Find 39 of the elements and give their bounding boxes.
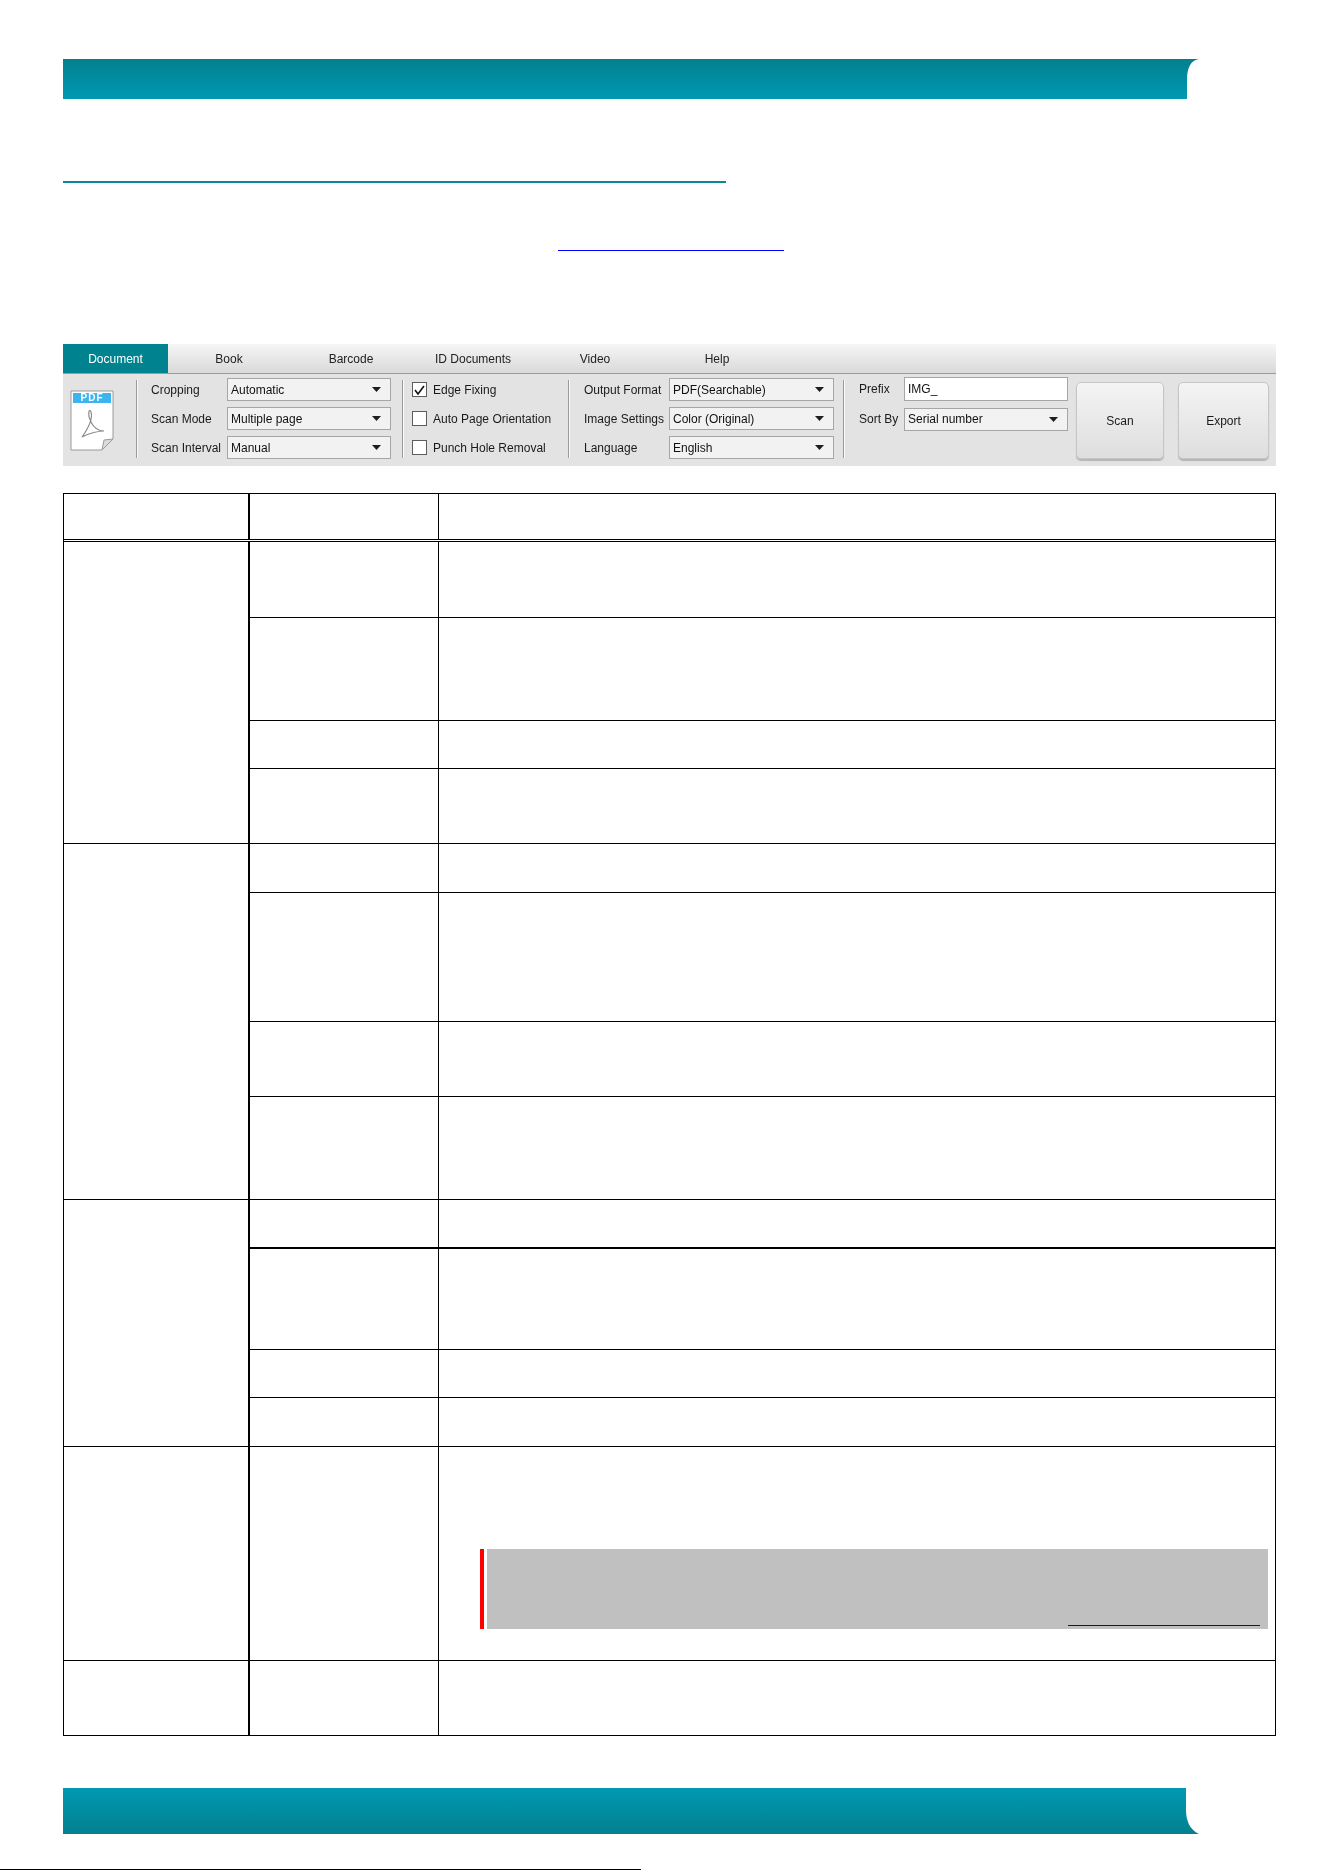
field-label: Output Format bbox=[584, 381, 663, 399]
tab[interactable]: Document bbox=[63, 344, 168, 373]
checkbox-label: Edge Fixing bbox=[433, 381, 497, 399]
checkbox-label: Punch Hole Removal bbox=[433, 439, 546, 457]
field-label: Prefix bbox=[859, 381, 891, 398]
field-label: Cropping bbox=[151, 381, 201, 399]
caret-icon bbox=[372, 416, 381, 421]
field-label: Language bbox=[584, 439, 639, 457]
pdf-file-icon: PDF bbox=[70, 390, 114, 451]
toolbar-button[interactable]: Scan bbox=[1076, 382, 1164, 459]
caret-icon bbox=[815, 416, 824, 421]
checkbox[interactable] bbox=[412, 382, 427, 397]
field-label: Sort By bbox=[859, 411, 900, 428]
tab[interactable]: Help bbox=[656, 344, 778, 373]
tab[interactable]: Barcode bbox=[290, 344, 412, 373]
checkbox-label: Auto Page Orientation bbox=[433, 410, 552, 428]
dropdown[interactable]: PDF(Searchable) bbox=[669, 378, 834, 401]
checkbox[interactable] bbox=[412, 440, 427, 455]
dropdown[interactable]: Automatic bbox=[227, 378, 391, 401]
caret-icon bbox=[372, 387, 381, 392]
tab[interactable]: Video bbox=[534, 344, 656, 373]
caret-icon bbox=[815, 445, 824, 450]
tab[interactable]: ID Documents bbox=[412, 344, 534, 373]
checkmark-icon bbox=[414, 384, 425, 395]
dropdown[interactable]: Manual bbox=[227, 436, 391, 459]
field-label: Image Settings bbox=[584, 410, 666, 428]
caret-icon bbox=[1049, 416, 1058, 422]
prefix-input[interactable]: IMG_ bbox=[904, 377, 1068, 401]
caret-icon bbox=[372, 445, 381, 450]
toolbar-button[interactable]: Export bbox=[1178, 382, 1269, 459]
field-label: Scan Interval bbox=[151, 439, 223, 457]
dropdown[interactable]: Color (Original) bbox=[669, 407, 834, 430]
tab[interactable]: Book bbox=[168, 344, 290, 373]
dropdown[interactable]: Serial number bbox=[904, 407, 1068, 431]
checkbox[interactable] bbox=[412, 411, 427, 426]
dropdown[interactable]: English bbox=[669, 436, 834, 459]
caret-icon bbox=[815, 387, 824, 392]
field-label: Scan Mode bbox=[151, 410, 213, 428]
dropdown[interactable]: Multiple page bbox=[227, 407, 391, 430]
